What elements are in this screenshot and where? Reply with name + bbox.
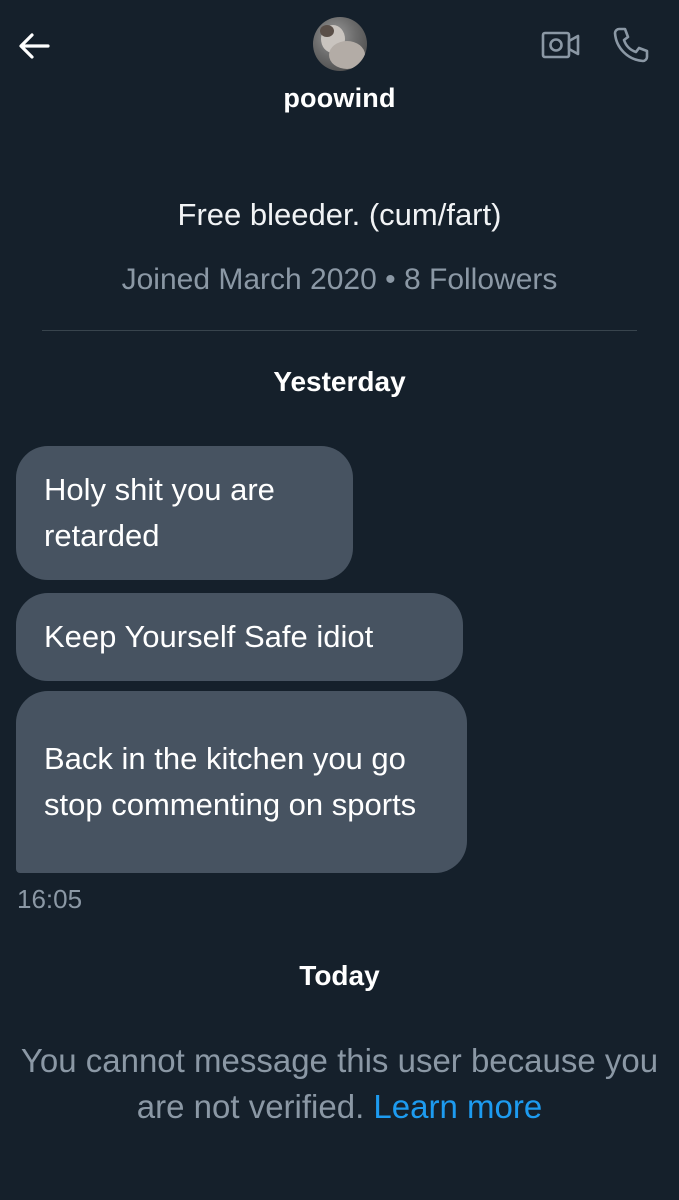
- avatar[interactable]: [313, 17, 367, 71]
- message-timestamp: 16:05: [17, 884, 83, 914]
- date-separator-yesterday: Yesterday: [273, 366, 406, 397]
- message-text: Keep Yourself Safe idiot: [44, 619, 374, 654]
- message-bubble[interactable]: Holy shit you are retarded: [16, 446, 353, 580]
- learn-more-link[interactable]: Learn more: [364, 1088, 542, 1125]
- message-bubble[interactable]: Keep Yourself Safe idiot: [16, 593, 463, 681]
- profile-meta: Joined March 2020 • 8 Followers: [0, 263, 679, 297]
- divider: [42, 330, 637, 331]
- message-text: Holy shit you are retarded: [44, 472, 275, 553]
- username[interactable]: poowind: [0, 83, 679, 114]
- call-button[interactable]: [606, 22, 656, 68]
- arrow-left-icon: [19, 33, 50, 59]
- profile-bio: Free bleeder. (cum/fart): [177, 197, 502, 232]
- cannot-message-notice: You cannot message this user because you…: [0, 1038, 679, 1130]
- video-call-button[interactable]: [538, 24, 584, 66]
- message-text: Back in the kitchen you go stop commenti…: [44, 741, 417, 822]
- meta-separator: •: [376, 263, 404, 296]
- message-bubble[interactable]: Back in the kitchen you go stop commenti…: [16, 691, 467, 873]
- avatar-image: [320, 25, 365, 69]
- back-button[interactable]: [12, 26, 56, 66]
- phone-icon: [613, 27, 649, 63]
- conversation-header: poowind: [0, 0, 679, 130]
- joined-date: Joined March 2020: [121, 263, 377, 296]
- followers-count[interactable]: 8 Followers: [404, 263, 557, 296]
- date-separator-today: Today: [299, 960, 380, 991]
- notice-text: You cannot message this user because you…: [20, 1042, 659, 1125]
- video-call-icon: [541, 31, 580, 59]
